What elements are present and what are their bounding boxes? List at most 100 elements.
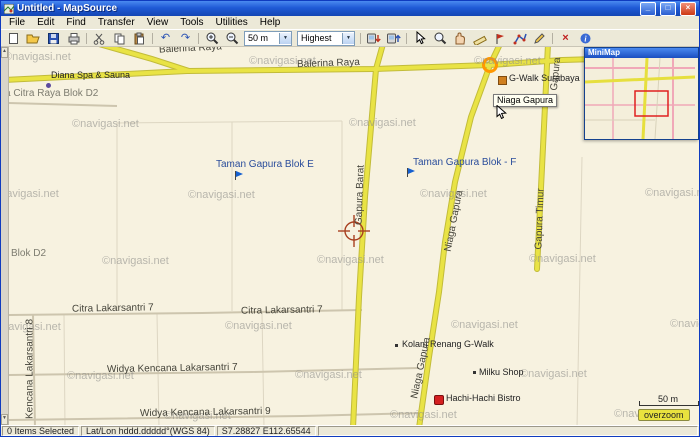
titlebar[interactable]: Untitled - MapSource _ □ × <box>1 1 699 16</box>
waypoint-flag-icon[interactable] <box>235 171 236 180</box>
status-filler <box>318 426 698 436</box>
menu-item-file[interactable]: File <box>3 17 31 28</box>
map-scale-bar <box>639 401 699 406</box>
watermark-text: ©navigasi.net <box>102 255 169 267</box>
detail-level-combobox[interactable]: Highest ▼ <box>297 31 355 46</box>
watermark-text: ©navigasi.net <box>645 187 699 199</box>
route-tool-button[interactable] <box>510 31 529 46</box>
poi-label-diana-spa: Diana Spa & Sauna <box>51 70 130 80</box>
watermark-text: ©navigasi.net <box>72 118 139 130</box>
gwalk-poi-icon[interactable] <box>498 76 507 85</box>
watermark-text: ©navigasi.net <box>451 319 518 331</box>
delete-button[interactable]: × <box>556 31 575 46</box>
receive-from-device-button[interactable] <box>384 31 403 46</box>
waypoint-tool-button[interactable] <box>490 31 509 46</box>
properties-button[interactable]: i <box>576 31 595 46</box>
maximize-button[interactable]: □ <box>660 2 676 16</box>
send-to-device-icon <box>366 32 381 45</box>
poi-label-kolam-renang-gwalk: Kolam Renang G-Walk <box>402 339 494 349</box>
watermark-text: ©navigasi.net <box>390 409 457 421</box>
open-button[interactable] <box>24 31 43 46</box>
open-folder-icon <box>26 32 41 45</box>
vertical-scrollbar[interactable]: ▲ ▼ <box>1 47 9 425</box>
chevron-down-icon[interactable]: ▼ <box>342 33 354 44</box>
menu-item-edit[interactable]: Edit <box>31 17 60 28</box>
area-label-blok-d2: Blok D2 <box>11 248 46 259</box>
toolbar-separator <box>152 33 153 44</box>
status-items-selected: 0 Items Selected <box>2 426 79 436</box>
scroll-down-button[interactable]: ▼ <box>1 414 8 425</box>
map-canvas[interactable]: ©navigasi.net ©navigasi.net ©navigasi.ne… <box>9 47 699 425</box>
window-title: Untitled - MapSource <box>17 3 636 14</box>
redo-button[interactable]: ↷ <box>176 31 195 46</box>
paste-icon <box>133 32 146 45</box>
send-to-device-button[interactable] <box>364 31 383 46</box>
menu-item-help[interactable]: Help <box>254 17 287 28</box>
minimize-button[interactable]: _ <box>640 2 656 16</box>
copy-button[interactable] <box>110 31 129 46</box>
selection-arrow-icon <box>414 31 426 45</box>
print-button[interactable] <box>64 31 83 46</box>
info-icon: i <box>579 32 592 45</box>
restaurant-poi-icon[interactable] <box>434 395 444 405</box>
menu-item-find[interactable]: Find <box>60 17 91 28</box>
toolbar: ↶ ↷ 50 m ▼ Highest ▼ × i <box>1 29 699 47</box>
street-label-kencana-lakarsantri-8: Kencana Lakarsantri 8 <box>25 319 36 419</box>
minimap-window[interactable]: MiniMap <box>584 47 699 140</box>
menu-item-view[interactable]: View <box>141 17 175 28</box>
ruler-icon <box>473 31 487 45</box>
distance-bearing-tool-button[interactable] <box>470 31 489 46</box>
zoom-tool-button[interactable] <box>430 31 449 46</box>
waypoint-flag-icon[interactable] <box>407 168 408 177</box>
mouse-cursor-icon <box>496 105 507 120</box>
watermark-text: ©navigasi.net <box>188 189 255 201</box>
menu-item-transfer[interactable]: Transfer <box>92 17 141 28</box>
watermark-text: ©navigasi.net <box>295 369 362 381</box>
mapsource-window: Untitled - MapSource _ □ × File Edit Fin… <box>0 0 700 437</box>
menu-item-utilities[interactable]: Utilities <box>210 17 254 28</box>
watermark-text: ©navigasi.net <box>317 254 384 266</box>
area-label-citra-raya-blok-d2: a Citra Raya Blok D2 <box>9 88 98 99</box>
watermark-text: ©navigasi.net <box>474 55 541 67</box>
map-area: ▲ ▼ <box>1 47 699 425</box>
zoom-out-button[interactable] <box>222 31 241 46</box>
scroll-up-button[interactable]: ▲ <box>1 47 8 58</box>
minimap-content[interactable] <box>585 58 695 139</box>
toolbar-separator <box>198 33 199 44</box>
minimap-title: MiniMap <box>585 48 698 58</box>
zoom-scale-value: 50 m <box>245 33 279 43</box>
zoom-scale-combobox[interactable]: 50 m ▼ <box>244 31 292 46</box>
paste-button[interactable] <box>130 31 149 46</box>
new-document-button[interactable] <box>4 31 23 46</box>
delete-cross-icon: × <box>562 33 568 44</box>
toolbar-separator <box>406 33 407 44</box>
waypoint-label-taman-gapura-blok-e: Taman Gapura Blok E <box>216 159 314 170</box>
shop-poi-icon[interactable] <box>473 371 476 374</box>
receive-from-device-icon <box>386 32 401 45</box>
chevron-down-icon[interactable]: ▼ <box>279 33 291 44</box>
print-icon <box>67 32 81 45</box>
watermark-text: ©navigasi.net <box>529 253 596 265</box>
hand-tool-button[interactable] <box>450 31 469 46</box>
close-button[interactable]: × <box>680 2 696 16</box>
menu-item-tools[interactable]: Tools <box>174 17 209 28</box>
street-label-gapura-timur: Gapura Timur <box>533 188 546 249</box>
undo-icon: ↶ <box>161 33 170 44</box>
selection-tool-button[interactable] <box>410 31 429 46</box>
pool-poi-icon[interactable] <box>395 344 398 347</box>
zoom-out-icon <box>225 31 239 45</box>
status-cursor-position: S7.28827 E112.65544 <box>217 426 316 436</box>
poi-label-milku-shop: Milku Shop <box>479 367 524 377</box>
copy-icon <box>113 32 126 45</box>
magnifier-icon <box>433 31 447 45</box>
new-document-icon <box>7 32 20 45</box>
spa-poi-icon[interactable] <box>46 83 51 88</box>
poi-label-hachi-hachi-bistro: Hachi-Hachi Bistro <box>446 393 521 403</box>
cut-button[interactable] <box>90 31 109 46</box>
save-button[interactable] <box>44 31 63 46</box>
zoom-in-icon <box>205 31 219 45</box>
undo-button[interactable]: ↶ <box>156 31 175 46</box>
track-tool-button[interactable] <box>530 31 549 46</box>
waypoint-flag-icon <box>494 32 506 45</box>
zoom-in-button[interactable] <box>202 31 221 46</box>
